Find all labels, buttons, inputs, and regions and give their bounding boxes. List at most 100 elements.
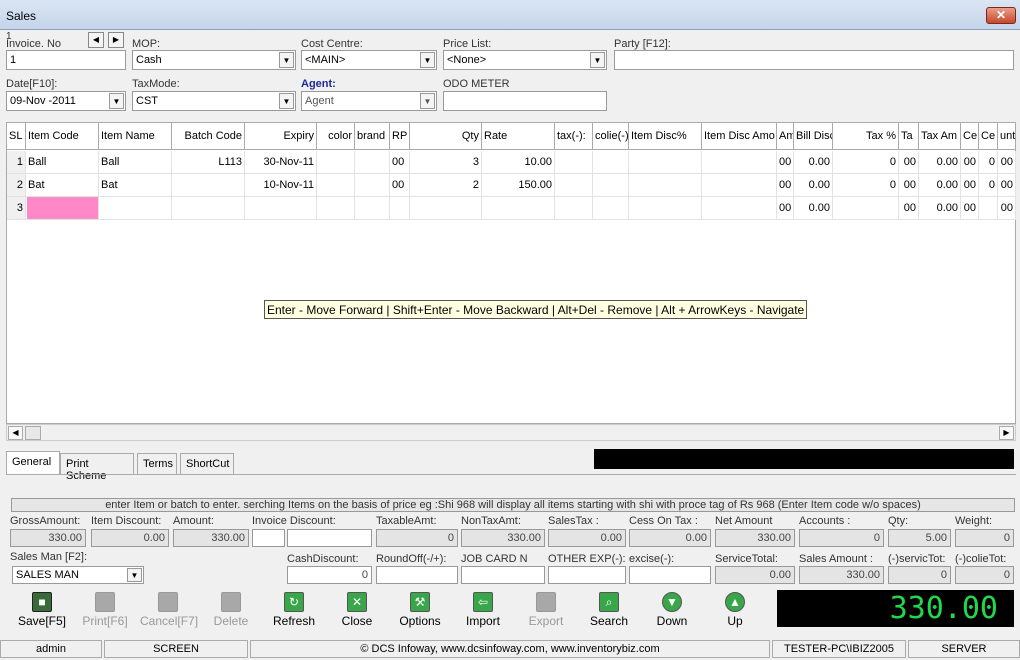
- party-field[interactable]: [614, 50, 1014, 70]
- grid-cell[interactable]: 0.00: [794, 151, 833, 174]
- grid-cell[interactable]: [390, 197, 410, 220]
- grid-cell[interactable]: [245, 197, 317, 220]
- grid-cell[interactable]: [172, 197, 245, 220]
- salesman-select[interactable]: SALES MAN ▼: [12, 566, 144, 584]
- grid-cell[interactable]: Bat: [99, 174, 172, 197]
- grid-cell[interactable]: [702, 151, 777, 174]
- grid-cell[interactable]: 00: [390, 174, 410, 197]
- column-header[interactable]: brand: [355, 123, 390, 150]
- column-header[interactable]: tax(-):: [555, 123, 593, 150]
- grid-cell[interactable]: [833, 197, 899, 220]
- grid-cell[interactable]: 00: [390, 151, 410, 174]
- scroll-left-icon[interactable]: ◀: [8, 426, 23, 440]
- column-header[interactable]: Expiry: [245, 123, 317, 150]
- grid-cell[interactable]: Ball: [26, 151, 99, 174]
- chevron-down-icon[interactable]: ▼: [420, 52, 435, 68]
- column-header[interactable]: Qty: [410, 123, 482, 150]
- grid-cell[interactable]: 00: [899, 151, 919, 174]
- grid-cell[interactable]: 00: [777, 151, 794, 174]
- column-header[interactable]: Rate: [482, 123, 555, 150]
- refresh-button[interactable]: ↻ Refresh: [266, 592, 322, 628]
- column-header[interactable]: color: [317, 123, 355, 150]
- column-header[interactable]: Item Disc%: [629, 123, 702, 150]
- column-header[interactable]: RP: [390, 123, 410, 150]
- price-list-select[interactable]: <None> ▼: [443, 50, 607, 70]
- grid-cell[interactable]: [355, 197, 390, 220]
- column-header[interactable]: Item Name: [99, 123, 172, 150]
- column-header[interactable]: Batch Code: [172, 123, 245, 150]
- grid-cell[interactable]: [410, 197, 482, 220]
- invoice-discount-field[interactable]: [287, 529, 372, 547]
- column-header[interactable]: colie(-):: [593, 123, 629, 150]
- import-button[interactable]: ⇦ Import: [455, 592, 511, 628]
- tab-terms[interactable]: Terms: [137, 453, 177, 474]
- down-button[interactable]: ▼ Down: [644, 592, 700, 628]
- grid-cell[interactable]: [593, 151, 629, 174]
- column-header[interactable]: Am: [777, 123, 794, 150]
- grid-cell[interactable]: 10-Nov-11: [245, 174, 317, 197]
- date-picker[interactable]: 09-Nov -2011 ▼: [6, 91, 126, 111]
- chevron-down-icon[interactable]: ▼: [127, 568, 142, 582]
- grid-cell[interactable]: 3: [410, 151, 482, 174]
- grid-cell[interactable]: 00: [961, 174, 979, 197]
- grid-cell[interactable]: [629, 151, 702, 174]
- column-header[interactable]: SL: [7, 123, 26, 150]
- options-button[interactable]: ⚒ Options: [392, 592, 448, 628]
- print-button[interactable]: Print[F6]: [77, 592, 133, 628]
- chevron-down-icon[interactable]: ▼: [590, 52, 605, 68]
- items-grid[interactable]: SL Item Code Item Name Batch Code Expiry colo…: [6, 122, 1016, 424]
- search-button[interactable]: ⌕ Search: [581, 592, 637, 628]
- grid-cell[interactable]: 00: [777, 197, 794, 220]
- chevron-down-icon[interactable]: ▼: [279, 52, 294, 68]
- grid-cell[interactable]: [317, 151, 355, 174]
- grid-cell[interactable]: 00: [998, 174, 1016, 197]
- grid-cell[interactable]: [555, 174, 593, 197]
- grid-cell[interactable]: [355, 174, 390, 197]
- grid-cell[interactable]: 0.00: [794, 197, 833, 220]
- column-header[interactable]: unt: [998, 123, 1016, 150]
- odo-meter-field[interactable]: [443, 91, 607, 111]
- grid-cell[interactable]: [702, 174, 777, 197]
- grid-cell[interactable]: 150.00: [482, 174, 555, 197]
- prev-invoice-button[interactable]: ◀: [88, 32, 104, 48]
- chevron-down-icon[interactable]: ▼: [109, 93, 124, 109]
- grid-cell[interactable]: 00: [998, 197, 1016, 220]
- excise-field[interactable]: [629, 566, 711, 584]
- chevron-down-icon[interactable]: ▼: [279, 93, 294, 109]
- roundoff-field[interactable]: [376, 566, 458, 584]
- tab-shortcut[interactable]: ShortCut: [180, 453, 234, 474]
- grid-cell[interactable]: Ball: [99, 151, 172, 174]
- cash-discount-field[interactable]: 0: [287, 566, 372, 584]
- grid-cell[interactable]: 10.00: [482, 151, 555, 174]
- column-header[interactable]: Ce: [961, 123, 979, 150]
- up-button[interactable]: ▲ Up: [707, 592, 763, 628]
- grid-cell[interactable]: [555, 151, 593, 174]
- other-exp-field[interactable]: [548, 566, 626, 584]
- grid-cell[interactable]: 00: [961, 197, 979, 220]
- taxmode-select[interactable]: CST ▼: [132, 91, 296, 111]
- grid-horizontal-scrollbar[interactable]: ◀ ▶: [6, 424, 1016, 441]
- column-header[interactable]: Ta: [899, 123, 919, 150]
- column-header[interactable]: Item Code: [26, 123, 99, 150]
- column-header[interactable]: Tax %: [833, 123, 899, 150]
- mop-select[interactable]: Cash ▼: [132, 50, 296, 70]
- grid-cell[interactable]: [629, 174, 702, 197]
- tab-general[interactable]: General: [6, 451, 60, 474]
- grid-cell[interactable]: [482, 197, 555, 220]
- column-header[interactable]: Ce: [979, 123, 998, 150]
- grid-cell[interactable]: [702, 197, 777, 220]
- tab-print-scheme[interactable]: Print Scheme: [60, 453, 134, 482]
- grid-cell[interactable]: 0: [833, 151, 899, 174]
- grid-cell[interactable]: 00: [777, 174, 794, 197]
- grid-cell[interactable]: Bat: [26, 174, 99, 197]
- grid-cell[interactable]: 00: [899, 174, 919, 197]
- grid-cell[interactable]: [979, 197, 998, 220]
- invoice-discount-percent[interactable]: [252, 529, 285, 547]
- close-button[interactable]: ✕ Close: [329, 592, 385, 628]
- scroll-right-icon[interactable]: ▶: [999, 426, 1014, 440]
- grid-cell[interactable]: 2: [410, 174, 482, 197]
- grid-cell[interactable]: 0.00: [919, 174, 961, 197]
- grid-cell[interactable]: [317, 174, 355, 197]
- delete-button[interactable]: Delete: [203, 592, 259, 628]
- grid-cell[interactable]: [317, 197, 355, 220]
